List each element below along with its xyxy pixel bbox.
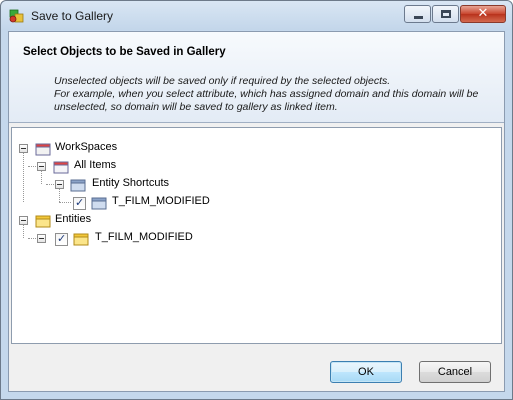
entity-icon — [73, 233, 89, 246]
folder-icon — [53, 161, 69, 174]
collapse-icon[interactable] — [19, 216, 28, 225]
app-icon — [9, 9, 24, 23]
title-bar[interactable]: Save to Gallery ✕ — [1, 1, 512, 30]
header-description: Unselected objects will be saved only if… — [54, 75, 494, 114]
header-title: Select Objects to be Saved in Gallery — [23, 46, 226, 58]
minimize-icon — [414, 16, 423, 19]
entity-shortcut-icon — [91, 197, 107, 210]
collapse-icon[interactable] — [19, 144, 28, 153]
description-line: For example, when you select attribute, … — [54, 88, 479, 100]
ok-button[interactable]: OK — [330, 361, 402, 383]
tree-node-entity-item[interactable]: ✓ T_FILM_MODIFIED — [12, 231, 272, 247]
tree-node-entity-shortcuts[interactable]: Entity Shortcuts — [12, 177, 252, 193]
objects-tree[interactable]: WorkSpaces All Items Entity Shortcuts ✓ … — [11, 127, 502, 344]
tree-node-label: Entities — [55, 213, 92, 225]
shortcut-item-checkbox[interactable]: ✓ — [73, 196, 86, 210]
close-icon: ✕ — [477, 6, 489, 21]
header-panel: Select Objects to be Saved in Gallery Un… — [9, 32, 504, 123]
collapse-icon[interactable] — [37, 162, 46, 171]
window-title: Save to Gallery — [31, 9, 114, 23]
description-line: unselected, so domain will be saved to g… — [54, 101, 338, 113]
tree-node-label: T_FILM_MODIFIED — [95, 231, 193, 243]
collapse-icon[interactable] — [37, 234, 46, 243]
tree-node-workspaces[interactable]: WorkSpaces — [12, 141, 212, 157]
minimize-button[interactable] — [404, 5, 431, 23]
cancel-button[interactable]: Cancel — [419, 361, 491, 383]
entity-item-checkbox[interactable]: ✓ — [55, 232, 68, 246]
maximize-icon — [441, 10, 451, 18]
check-icon: ✓ — [75, 196, 85, 209]
tree-node-label: WorkSpaces — [55, 141, 118, 153]
dialog-client-area: Select Objects to be Saved in Gallery Un… — [8, 31, 505, 392]
shortcut-folder-icon — [70, 179, 86, 192]
tree-node-label: All Items — [74, 159, 117, 171]
tree-node-all-items[interactable]: All Items — [12, 159, 212, 175]
description-line: Unselected objects will be saved only if… — [54, 75, 391, 87]
tree-node-entities[interactable]: Entities — [12, 213, 212, 229]
check-icon: ✓ — [57, 232, 67, 245]
maximize-button[interactable] — [432, 5, 459, 23]
tree-node-shortcut-item[interactable]: ✓ T_FILM_MODIFIED — [12, 195, 272, 211]
tree-node-label: Entity Shortcuts — [92, 177, 170, 189]
tree-node-label: T_FILM_MODIFIED — [112, 195, 210, 207]
collapse-icon[interactable] — [55, 180, 64, 189]
entities-folder-icon — [35, 215, 51, 228]
close-button[interactable]: ✕ — [460, 5, 506, 23]
workspace-folder-icon — [35, 143, 51, 156]
dialog-window: Save to Gallery ✕ Select Objects to be S… — [0, 0, 513, 400]
